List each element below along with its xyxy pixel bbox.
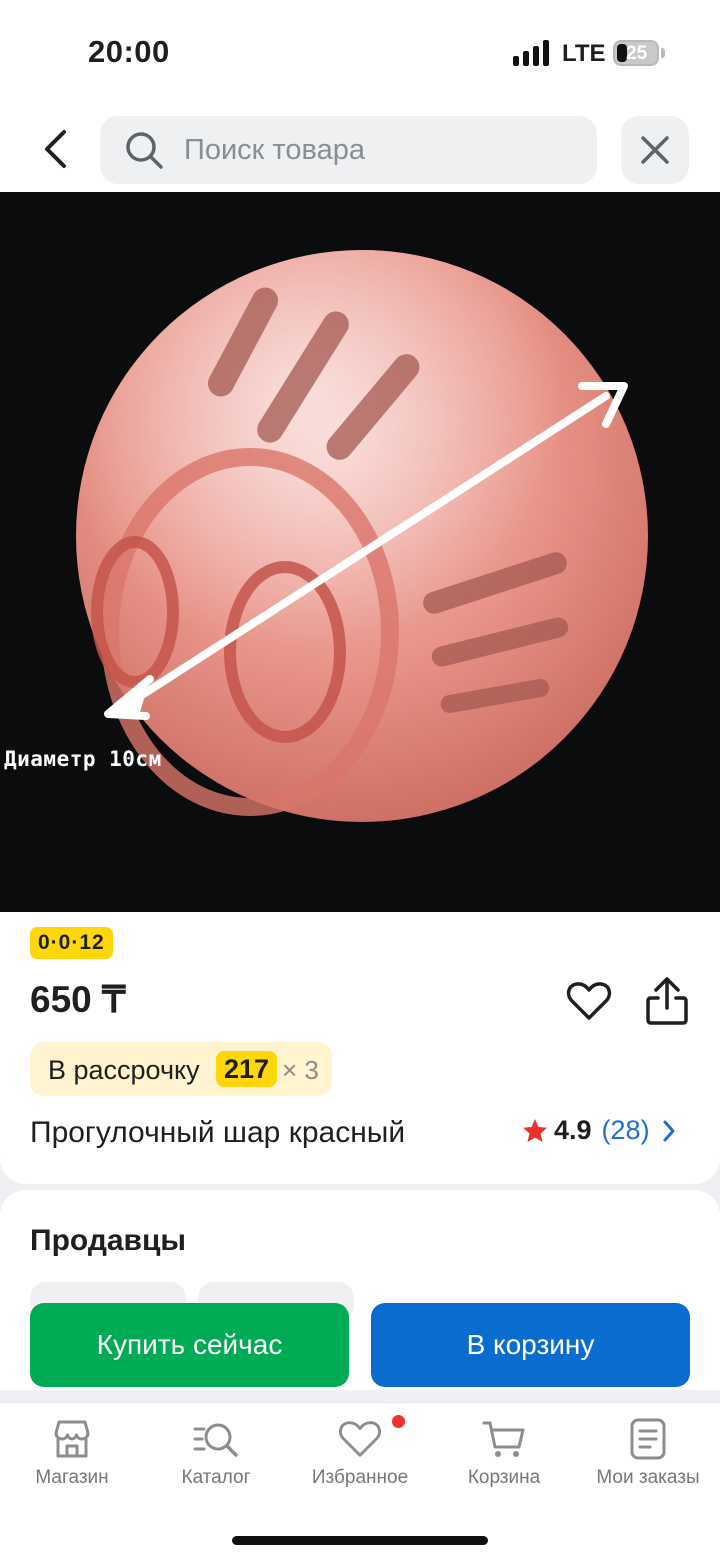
- image-caption: Диаметр 10см: [4, 747, 162, 771]
- review-count: (28): [601, 1115, 650, 1145]
- nav-label: Каталог: [181, 1467, 251, 1488]
- installment-offer[interactable]: В рассрочку 217 × 3: [30, 1042, 332, 1096]
- catalog-search-icon: [193, 1423, 238, 1457]
- close-icon: [641, 136, 669, 164]
- chevron-right-icon: [663, 1120, 675, 1141]
- search-input[interactable]: [184, 116, 584, 184]
- cart-icon: [482, 1421, 525, 1457]
- installment-promo-badge: 0·0·12: [30, 927, 113, 959]
- notification-dot: [392, 1415, 405, 1428]
- status-bar: 20:00 LTE 25: [0, 0, 720, 100]
- hamster-ball-illustration: [76, 250, 648, 822]
- product-info-card: 0·0·12 650 ₸ В рассрочку 217 × 3 Прогуло…: [0, 912, 720, 1184]
- product-rating[interactable]: 4.9 (28): [522, 1115, 676, 1146]
- installment-amount: 217: [216, 1051, 278, 1087]
- product-price: 650 ₸: [30, 979, 126, 1020]
- add-to-cart-button[interactable]: В корзину: [371, 1303, 690, 1387]
- status-time: 20:00: [88, 34, 170, 69]
- heart-icon: [566, 982, 612, 1020]
- product-screen: 20:00 LTE 25 Поиск товара Диаметр 10см 0…: [0, 0, 720, 1561]
- nav-item-cart[interactable]: Корзина: [432, 1417, 576, 1507]
- top-bar: [0, 100, 720, 192]
- nav-label: Мои заказы: [596, 1467, 700, 1488]
- nav-label: Корзина: [467, 1467, 541, 1488]
- installment-multiplier: × 3: [282, 1055, 319, 1085]
- buy-now-button[interactable]: Купить сейчас: [30, 1303, 349, 1387]
- search-icon: [126, 132, 163, 169]
- rating-value: 4.9: [554, 1115, 592, 1145]
- close-button[interactable]: [621, 116, 689, 184]
- sellers-heading: Продавцы: [30, 1224, 187, 1257]
- nav-item-favorites[interactable]: Избранное: [288, 1417, 432, 1507]
- star-icon: [523, 1118, 547, 1142]
- favorite-button[interactable]: [566, 978, 612, 1024]
- share-button[interactable]: [644, 976, 690, 1026]
- orders-icon: [630, 1418, 666, 1460]
- nav-label: Магазин: [35, 1467, 109, 1488]
- back-button[interactable]: [30, 124, 80, 174]
- product-title: Прогулочный шар красный: [30, 1116, 406, 1149]
- network-type: LTE: [562, 40, 606, 67]
- product-image[interactable]: Диаметр 10см: [0, 192, 720, 912]
- chevron-left-icon: [45, 130, 66, 168]
- heart-icon: [339, 1421, 381, 1457]
- share-icon: [646, 977, 688, 1025]
- nav-item-orders[interactable]: Мои заказы: [576, 1417, 720, 1507]
- installment-label: В рассрочку: [48, 1055, 200, 1085]
- battery-level: 25: [626, 43, 648, 64]
- nav-item-catalog[interactable]: Каталог: [144, 1417, 288, 1507]
- store-icon: [54, 1420, 90, 1458]
- home-indicator[interactable]: [232, 1536, 488, 1545]
- nav-label: Избранное: [311, 1467, 409, 1488]
- signal-icon: [513, 40, 551, 66]
- search-bar[interactable]: [100, 116, 597, 184]
- nav-item-store[interactable]: Магазин: [0, 1417, 144, 1507]
- battery-icon: 25: [613, 40, 659, 66]
